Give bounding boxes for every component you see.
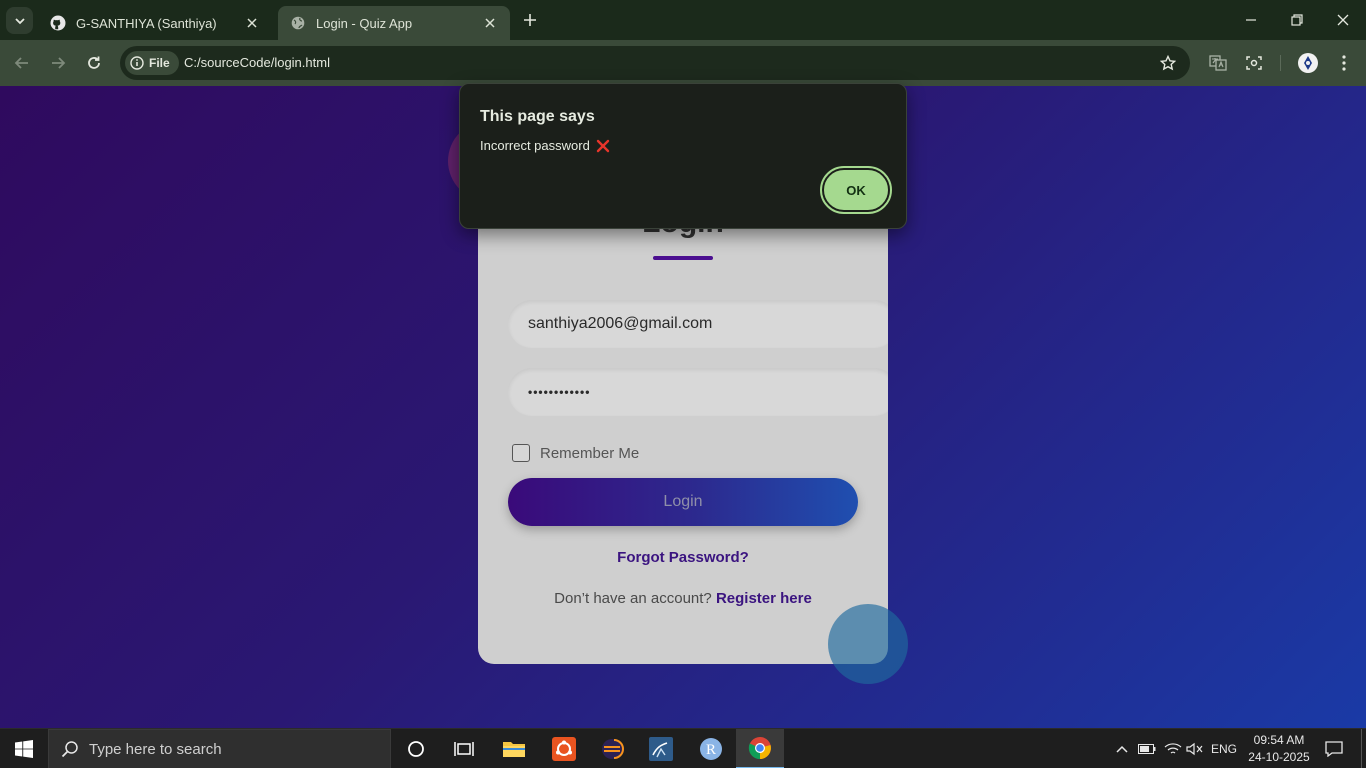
ubuntu-app-button[interactable] xyxy=(540,729,588,768)
title-underline xyxy=(653,256,713,260)
info-icon xyxy=(130,56,144,70)
arrow-right-icon xyxy=(52,57,66,69)
close-icon xyxy=(1337,14,1349,26)
bookmark-star-icon[interactable] xyxy=(1158,53,1178,73)
register-prompt: Don’t have an account? Register here xyxy=(478,590,888,607)
browser-tab-strip: G-SANTHIYA (Santhiya) Login - Quiz App xyxy=(0,0,1366,40)
register-prompt-text: Don’t have an account? xyxy=(554,590,712,607)
password-field[interactable]: •••••••••••• xyxy=(508,368,888,416)
eclipse-icon xyxy=(602,739,624,759)
decorative-circle xyxy=(828,604,908,684)
notifications-icon[interactable] xyxy=(1322,729,1346,768)
url-text[interactable]: C:/sourceCode/login.html xyxy=(184,55,330,70)
tab-search-button[interactable] xyxy=(6,7,33,34)
r-icon: R xyxy=(700,738,722,760)
address-bar[interactable]: File C:/sourceCode/login.html xyxy=(120,46,1190,80)
github-icon xyxy=(50,15,66,31)
globe-icon xyxy=(290,15,306,31)
close-tab-icon[interactable] xyxy=(244,15,260,31)
login-card: Login santhiya2006@gmail.com •••••••••••… xyxy=(478,206,888,664)
chrome-app-button[interactable] xyxy=(736,729,784,768)
windows-taskbar: Type here to search R ENG 09:54 AM 24-10… xyxy=(0,728,1366,768)
clock-time: 09:54 AM xyxy=(1253,733,1305,747)
remember-me[interactable]: Remember Me xyxy=(512,444,639,462)
folder-icon xyxy=(503,742,525,757)
email-field[interactable]: santhiya2006@gmail.com xyxy=(508,300,888,348)
taskbar-clock[interactable]: 09:54 AM 24-10-2025 xyxy=(1248,732,1310,766)
profile-avatar-icon[interactable] xyxy=(1296,51,1320,75)
search-placeholder: Type here to search xyxy=(89,740,222,758)
remember-me-label: Remember Me xyxy=(540,444,640,462)
tab-title: G-SANTHIYA (Santhiya) xyxy=(76,15,217,31)
login-button[interactable]: Login xyxy=(508,478,858,526)
file-explorer-button[interactable] xyxy=(490,729,538,768)
browser-toolbar: File C:/sourceCode/login.html xyxy=(0,40,1366,86)
minimize-button[interactable] xyxy=(1228,0,1274,40)
chevron-up-icon xyxy=(1116,745,1128,753)
wifi-icon[interactable] xyxy=(1162,729,1184,768)
alert-dialog: This page says Incorrect password OK xyxy=(459,83,907,229)
windows-logo-icon xyxy=(15,740,33,758)
mysql-workbench-icon xyxy=(649,737,673,761)
translate-icon[interactable] xyxy=(1206,51,1230,75)
ubuntu-icon xyxy=(552,737,576,761)
tab-login-quiz-app[interactable]: Login - Quiz App xyxy=(278,6,510,40)
chip-label: File xyxy=(149,56,170,70)
ok-button[interactable]: OK xyxy=(820,166,892,214)
r-app-button[interactable]: R xyxy=(687,729,735,768)
show-hidden-icons-button[interactable] xyxy=(1112,729,1132,768)
reload-icon xyxy=(88,56,100,69)
clock-date: 24-10-2025 xyxy=(1248,750,1310,764)
minimize-icon xyxy=(1246,19,1256,21)
red-x-icon xyxy=(596,139,610,153)
chevron-down-icon xyxy=(14,17,25,24)
start-button[interactable] xyxy=(0,729,48,768)
new-tab-button[interactable] xyxy=(518,10,542,30)
restore-icon xyxy=(1291,14,1303,26)
mysql-workbench-button[interactable] xyxy=(637,729,685,768)
chrome-icon xyxy=(748,737,771,760)
language-indicator[interactable]: ENG xyxy=(1208,729,1240,768)
taskbar-search[interactable]: Type here to search xyxy=(48,729,391,768)
battery-icon[interactable] xyxy=(1136,729,1158,768)
browser-menu-icon[interactable] xyxy=(1332,51,1356,75)
task-view-button[interactable] xyxy=(440,729,488,768)
forgot-password-link[interactable]: Forgot Password? xyxy=(478,549,888,566)
svg-text:R: R xyxy=(706,742,716,758)
screenshot-lens-icon[interactable] xyxy=(1242,51,1266,75)
eclipse-app-button[interactable] xyxy=(588,729,636,768)
forward-button[interactable] xyxy=(44,49,72,77)
back-button[interactable] xyxy=(8,49,36,77)
tab-github[interactable]: G-SANTHIYA (Santhiya) xyxy=(38,6,272,40)
close-window-button[interactable] xyxy=(1320,0,1366,40)
restore-button[interactable] xyxy=(1274,0,1320,40)
site-info-chip[interactable]: File xyxy=(125,51,179,75)
toolbar-separator xyxy=(1280,55,1281,71)
show-desktop-button[interactable] xyxy=(1361,729,1366,768)
plus-icon xyxy=(524,14,536,26)
reload-button[interactable] xyxy=(80,49,108,77)
dialog-message-text: Incorrect password xyxy=(480,138,590,153)
dialog-message: Incorrect password xyxy=(480,138,610,153)
cortana-circle-icon xyxy=(408,741,424,757)
close-tab-icon[interactable] xyxy=(482,15,498,31)
volume-muted-icon[interactable] xyxy=(1184,729,1206,768)
dialog-title: This page says xyxy=(480,108,595,125)
arrow-left-icon xyxy=(14,57,28,69)
search-icon xyxy=(61,741,78,758)
cortana-button[interactable] xyxy=(392,729,440,768)
register-link[interactable]: Register here xyxy=(716,590,812,607)
tab-title: Login - Quiz App xyxy=(316,15,413,31)
remember-me-checkbox[interactable] xyxy=(512,444,530,462)
task-view-icon xyxy=(454,742,474,756)
